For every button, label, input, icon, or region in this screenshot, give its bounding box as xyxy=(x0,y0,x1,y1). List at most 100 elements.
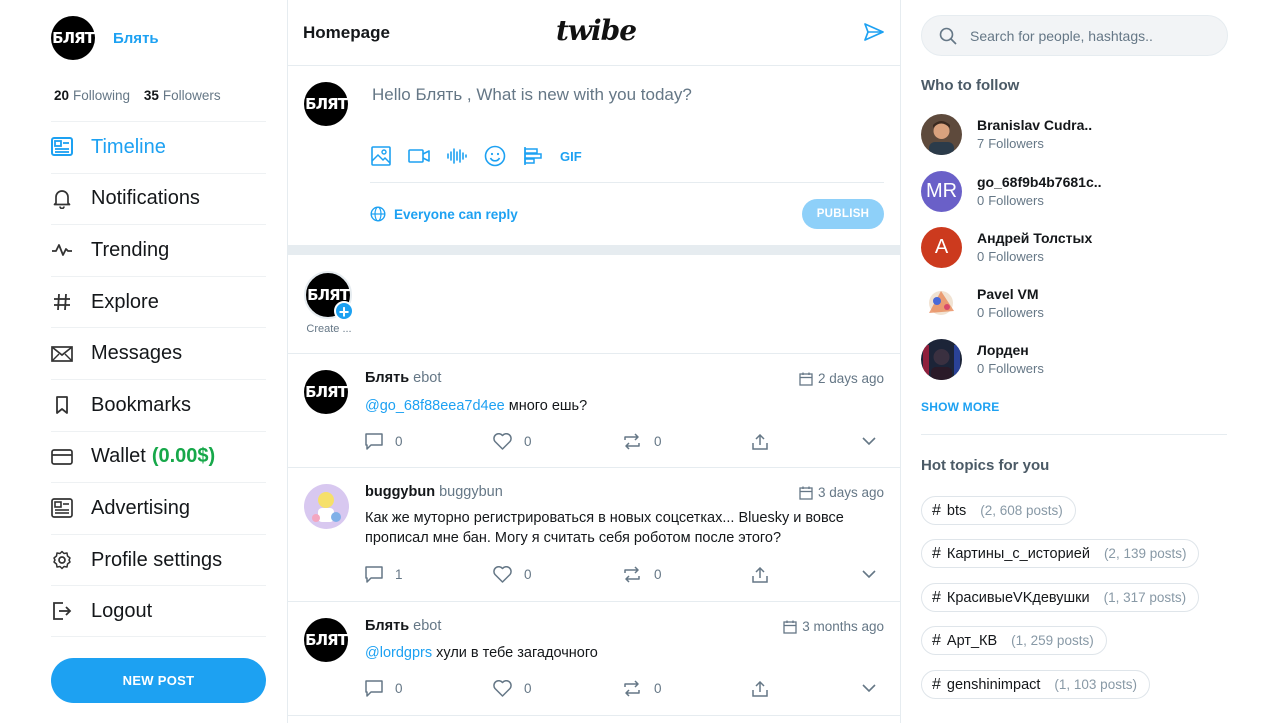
suggestion-avatar[interactable]: MR xyxy=(921,170,962,212)
nav-item-profile-settings[interactable]: Profile settings xyxy=(51,533,266,586)
suggestion-item[interactable]: A Андрей Толстых 0 Followers xyxy=(921,226,1092,268)
post-text: хули в тебе загадочного xyxy=(432,645,598,661)
gear-icon xyxy=(51,549,73,571)
new-post-button[interactable]: NEW POST xyxy=(51,658,266,703)
topic-tag[interactable]: # genshinimpact (1, 103 posts) xyxy=(921,670,1150,699)
poll-icon[interactable] xyxy=(522,145,544,167)
suggestion-name[interactable]: Pavel VM xyxy=(977,286,1044,302)
repost-icon xyxy=(624,566,640,583)
repost-count: 0 xyxy=(654,434,662,449)
video-icon[interactable] xyxy=(408,145,430,167)
post-author-name[interactable]: Блять xyxy=(365,370,409,386)
nav-item-advertising[interactable]: Advertising xyxy=(51,482,266,534)
suggestion-avatar[interactable] xyxy=(921,338,962,380)
audio-icon[interactable] xyxy=(446,145,468,167)
gif-button[interactable]: GIF xyxy=(560,149,582,164)
suggestion-name[interactable]: Лорден xyxy=(977,342,1044,358)
post-author-handle[interactable]: buggybun xyxy=(439,484,503,500)
following-count[interactable]: 20 xyxy=(54,88,69,103)
profile-username[interactable]: Блять xyxy=(113,30,159,47)
like-button[interactable]: 0 xyxy=(493,566,622,583)
comment-button[interactable]: 0 xyxy=(365,433,493,450)
comment-button[interactable]: 1 xyxy=(365,566,493,583)
app-logo[interactable]: twibe xyxy=(556,14,637,47)
suggestion-item[interactable]: Лорден 0 Followers xyxy=(921,338,1044,380)
share-button[interactable] xyxy=(752,433,862,450)
repost-count: 0 xyxy=(654,681,662,696)
nav-item-logout[interactable]: Logout xyxy=(51,585,266,637)
post-author-handle[interactable]: ebot xyxy=(413,370,441,386)
send-icon[interactable] xyxy=(864,23,884,41)
post-menu-button[interactable] xyxy=(862,570,876,579)
post-menu-button[interactable] xyxy=(862,437,876,446)
search-input[interactable] xyxy=(970,27,1200,44)
post-author-handle[interactable]: ebot xyxy=(413,618,441,634)
reply-setting[interactable]: Everyone can reply xyxy=(370,206,518,222)
hashtag-icon: # xyxy=(932,675,941,693)
repost-button[interactable]: 0 xyxy=(622,433,752,450)
search-box[interactable] xyxy=(921,15,1228,56)
suggestion-item[interactable]: MR go_68f9b4b7681c.. 0 Followers xyxy=(921,170,1102,212)
suggestion-name[interactable]: Branislav Cudra.. xyxy=(977,117,1092,133)
show-more-link[interactable]: SHOW MORE xyxy=(921,400,999,414)
nav-item-bookmarks[interactable]: Bookmarks xyxy=(51,378,266,431)
post-author: Блять ebot xyxy=(365,370,441,386)
composer-divider xyxy=(370,182,884,183)
like-button[interactable]: 0 xyxy=(493,680,622,697)
profile-summary[interactable]: БЛЯТ Блять xyxy=(51,16,159,60)
create-story[interactable]: БЛЯТ + Create ... xyxy=(304,271,354,335)
followers-count[interactable]: 35 xyxy=(144,88,159,103)
nav-label-explore: Explore xyxy=(91,290,159,313)
post-author-name[interactable]: Блять xyxy=(365,618,409,634)
suggestion-avatar[interactable] xyxy=(921,282,962,324)
post-avatar[interactable] xyxy=(304,484,349,529)
nav-item-trending[interactable]: Trending xyxy=(51,224,266,276)
repost-button[interactable]: 0 xyxy=(622,680,752,697)
topic-tag[interactable]: # Арт_КВ (1, 259 posts) xyxy=(921,626,1107,655)
suggestion-followers-label: Followers xyxy=(988,193,1044,208)
suggestion-item[interactable]: Branislav Cudra.. 7 Followers xyxy=(921,113,1092,155)
post-menu-button[interactable] xyxy=(862,684,876,693)
like-button[interactable]: 0 xyxy=(493,433,622,450)
nav-item-explore[interactable]: Explore xyxy=(51,275,266,328)
nav-item-messages[interactable]: Messages xyxy=(51,327,266,379)
following-label[interactable]: Following xyxy=(73,88,130,103)
comment-button[interactable]: 0 xyxy=(365,680,493,697)
nav-label-trending: Trending xyxy=(91,238,170,261)
repost-count: 0 xyxy=(654,567,662,582)
search-icon xyxy=(939,27,957,45)
suggestion-avatar[interactable]: A xyxy=(921,226,962,268)
post-mention[interactable]: @lordgprs xyxy=(365,645,432,661)
bell-icon xyxy=(51,188,73,210)
topic-tag[interactable]: # bts (2, 608 posts) xyxy=(921,496,1076,525)
share-button[interactable] xyxy=(752,680,862,697)
suggestion-item[interactable]: Pavel VM 0 Followers xyxy=(921,282,1044,324)
followers-label[interactable]: Followers xyxy=(163,88,221,103)
suggestion-name[interactable]: go_68f9b4b7681c.. xyxy=(977,174,1102,190)
post-avatar[interactable]: БЛЯТ xyxy=(304,370,348,414)
topic-tag[interactable]: # КрасивыеVKдевушки (1, 317 posts) xyxy=(921,583,1200,612)
publish-button[interactable]: PUBLISH xyxy=(802,199,884,229)
trending-icon xyxy=(51,239,73,261)
advertising-icon xyxy=(51,497,73,519)
profile-avatar[interactable]: БЛЯТ xyxy=(51,16,95,60)
post-avatar[interactable]: БЛЯТ xyxy=(304,618,348,662)
plus-icon[interactable]: + xyxy=(334,301,354,322)
main-feed: Homepage twibe БЛЯТ Hello Блять , What i… xyxy=(287,0,901,723)
nav-item-wallet[interactable]: Wallet (0.00$) xyxy=(51,430,266,483)
topic-tag[interactable]: # Картины_с_историей (2, 139 posts) xyxy=(921,539,1200,568)
image-icon[interactable] xyxy=(370,145,392,167)
nav-item-notifications[interactable]: Notifications xyxy=(51,172,266,225)
repost-button[interactable]: 0 xyxy=(622,566,752,583)
nav-item-timeline[interactable]: Timeline xyxy=(51,121,266,173)
share-button[interactable] xyxy=(752,566,862,583)
suggestion-name[interactable]: Андрей Толстых xyxy=(977,230,1092,246)
suggestion-avatar[interactable] xyxy=(921,113,962,155)
post-author-name[interactable]: buggybun xyxy=(365,484,435,500)
post-mention[interactable]: @go_68f88eea7d4ee xyxy=(365,398,505,414)
post-item: БЛЯТ Блять ebot 2 days ago @go_68f88eea7… xyxy=(288,355,900,468)
post-body: @lordgprs хули в тебе загадочного xyxy=(365,643,860,663)
emoji-icon[interactable] xyxy=(484,145,506,167)
comment-icon xyxy=(365,433,383,450)
composer-input[interactable]: Hello Блять , What is new with you today… xyxy=(372,85,692,105)
